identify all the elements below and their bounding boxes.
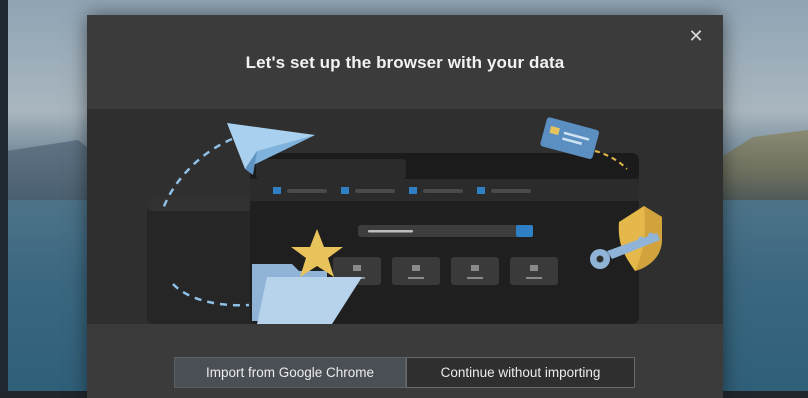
favorite-dot <box>273 187 281 194</box>
illustration-canvas <box>147 117 662 324</box>
import-from-chrome-button[interactable]: Import from Google Chrome <box>174 357 406 388</box>
back-window <box>147 197 267 324</box>
favorite-bar <box>287 189 327 193</box>
browser-tab <box>256 159 406 179</box>
tile-label <box>467 277 483 279</box>
dialog-title: Let's set up the browser with your data <box>245 53 565 72</box>
favorite-bar <box>491 189 531 193</box>
tile-icon <box>412 265 420 271</box>
favorite-dot <box>341 187 349 194</box>
favorite-dot <box>409 187 417 194</box>
close-icon[interactable]: ✕ <box>683 23 709 49</box>
search-text-line <box>368 230 413 233</box>
setup-illustration <box>87 109 723 324</box>
setup-dialog: ✕ Let's set up the browser with your dat… <box>87 15 723 398</box>
tile-label <box>526 277 542 279</box>
continue-without-importing-button[interactable]: Continue without importing <box>406 357 635 388</box>
search-button <box>516 225 533 237</box>
favorite-dot <box>477 187 485 194</box>
tile-icon <box>353 265 361 271</box>
tile-icon <box>530 265 538 271</box>
tile-label <box>408 277 424 279</box>
favorite-bar <box>355 189 395 193</box>
tile-icon <box>471 265 479 271</box>
window-edge <box>0 0 8 398</box>
favorite-bar <box>423 189 463 193</box>
dialog-footer: Import from Google Chrome Continue witho… <box>87 324 723 398</box>
